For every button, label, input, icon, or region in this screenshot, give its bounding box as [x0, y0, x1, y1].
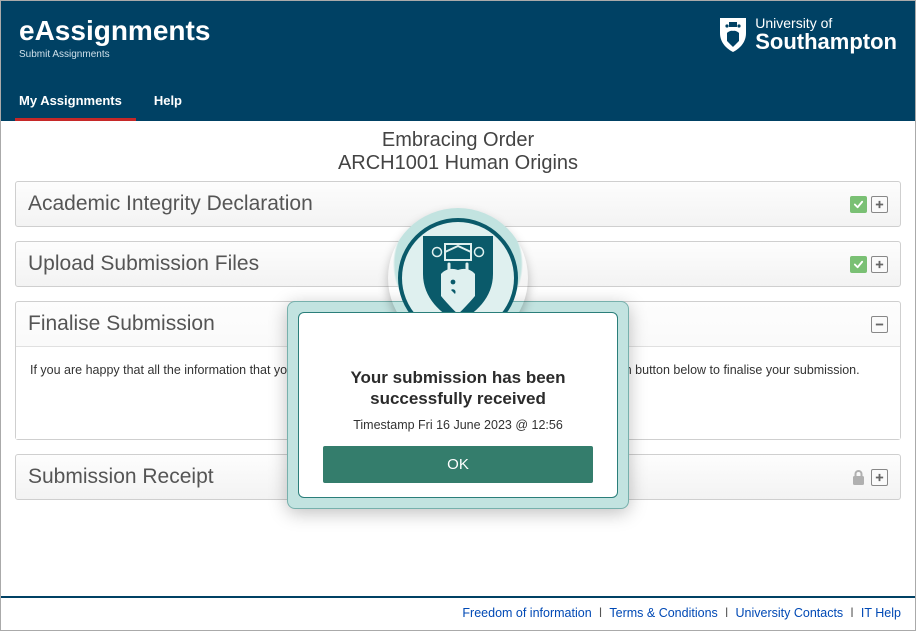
footer: Freedom of information l Terms & Conditi…: [1, 596, 915, 630]
panel-receipt-title: Submission Receipt: [28, 465, 214, 489]
assignment-title: Embracing Order: [15, 129, 901, 152]
check-complete-icon: [850, 196, 867, 213]
panel-finalise-title: Finalise Submission: [28, 312, 215, 336]
shield-icon: [717, 15, 749, 53]
nav-my-assignments[interactable]: My Assignments: [15, 85, 136, 121]
footer-link-contacts[interactable]: University Contacts: [736, 606, 844, 620]
modal-ok-button[interactable]: OK: [323, 446, 593, 483]
modal-title: Your submission has been successfully re…: [315, 367, 601, 410]
university-logo: University of Southampton: [717, 15, 897, 53]
check-complete-icon: [850, 256, 867, 273]
nav-help[interactable]: Help: [150, 85, 196, 121]
footer-link-foi[interactable]: Freedom of information: [462, 606, 591, 620]
panel-upload-title: Upload Submission Files: [28, 252, 259, 276]
panel-integrity-title: Academic Integrity Declaration: [28, 192, 313, 216]
course-title: ARCH1001 Human Origins: [15, 152, 901, 175]
expand-icon[interactable]: [871, 256, 888, 273]
expand-icon[interactable]: [871, 196, 888, 213]
lock-icon: [850, 467, 867, 488]
main-nav: My Assignments Help: [1, 85, 210, 121]
collapse-icon[interactable]: [871, 316, 888, 333]
app-header: eAssignments Submit Assignments Universi…: [1, 1, 915, 121]
logo-text-line2: Southampton: [755, 31, 897, 53]
expand-icon[interactable]: [871, 469, 888, 486]
footer-link-ithelp[interactable]: IT Help: [861, 606, 901, 620]
footer-link-terms[interactable]: Terms & Conditions: [609, 606, 717, 620]
modal-timestamp: Timestamp Fri 16 June 2023 @ 12:56: [315, 418, 601, 432]
submission-modal: Your submission has been successfully re…: [287, 301, 629, 509]
